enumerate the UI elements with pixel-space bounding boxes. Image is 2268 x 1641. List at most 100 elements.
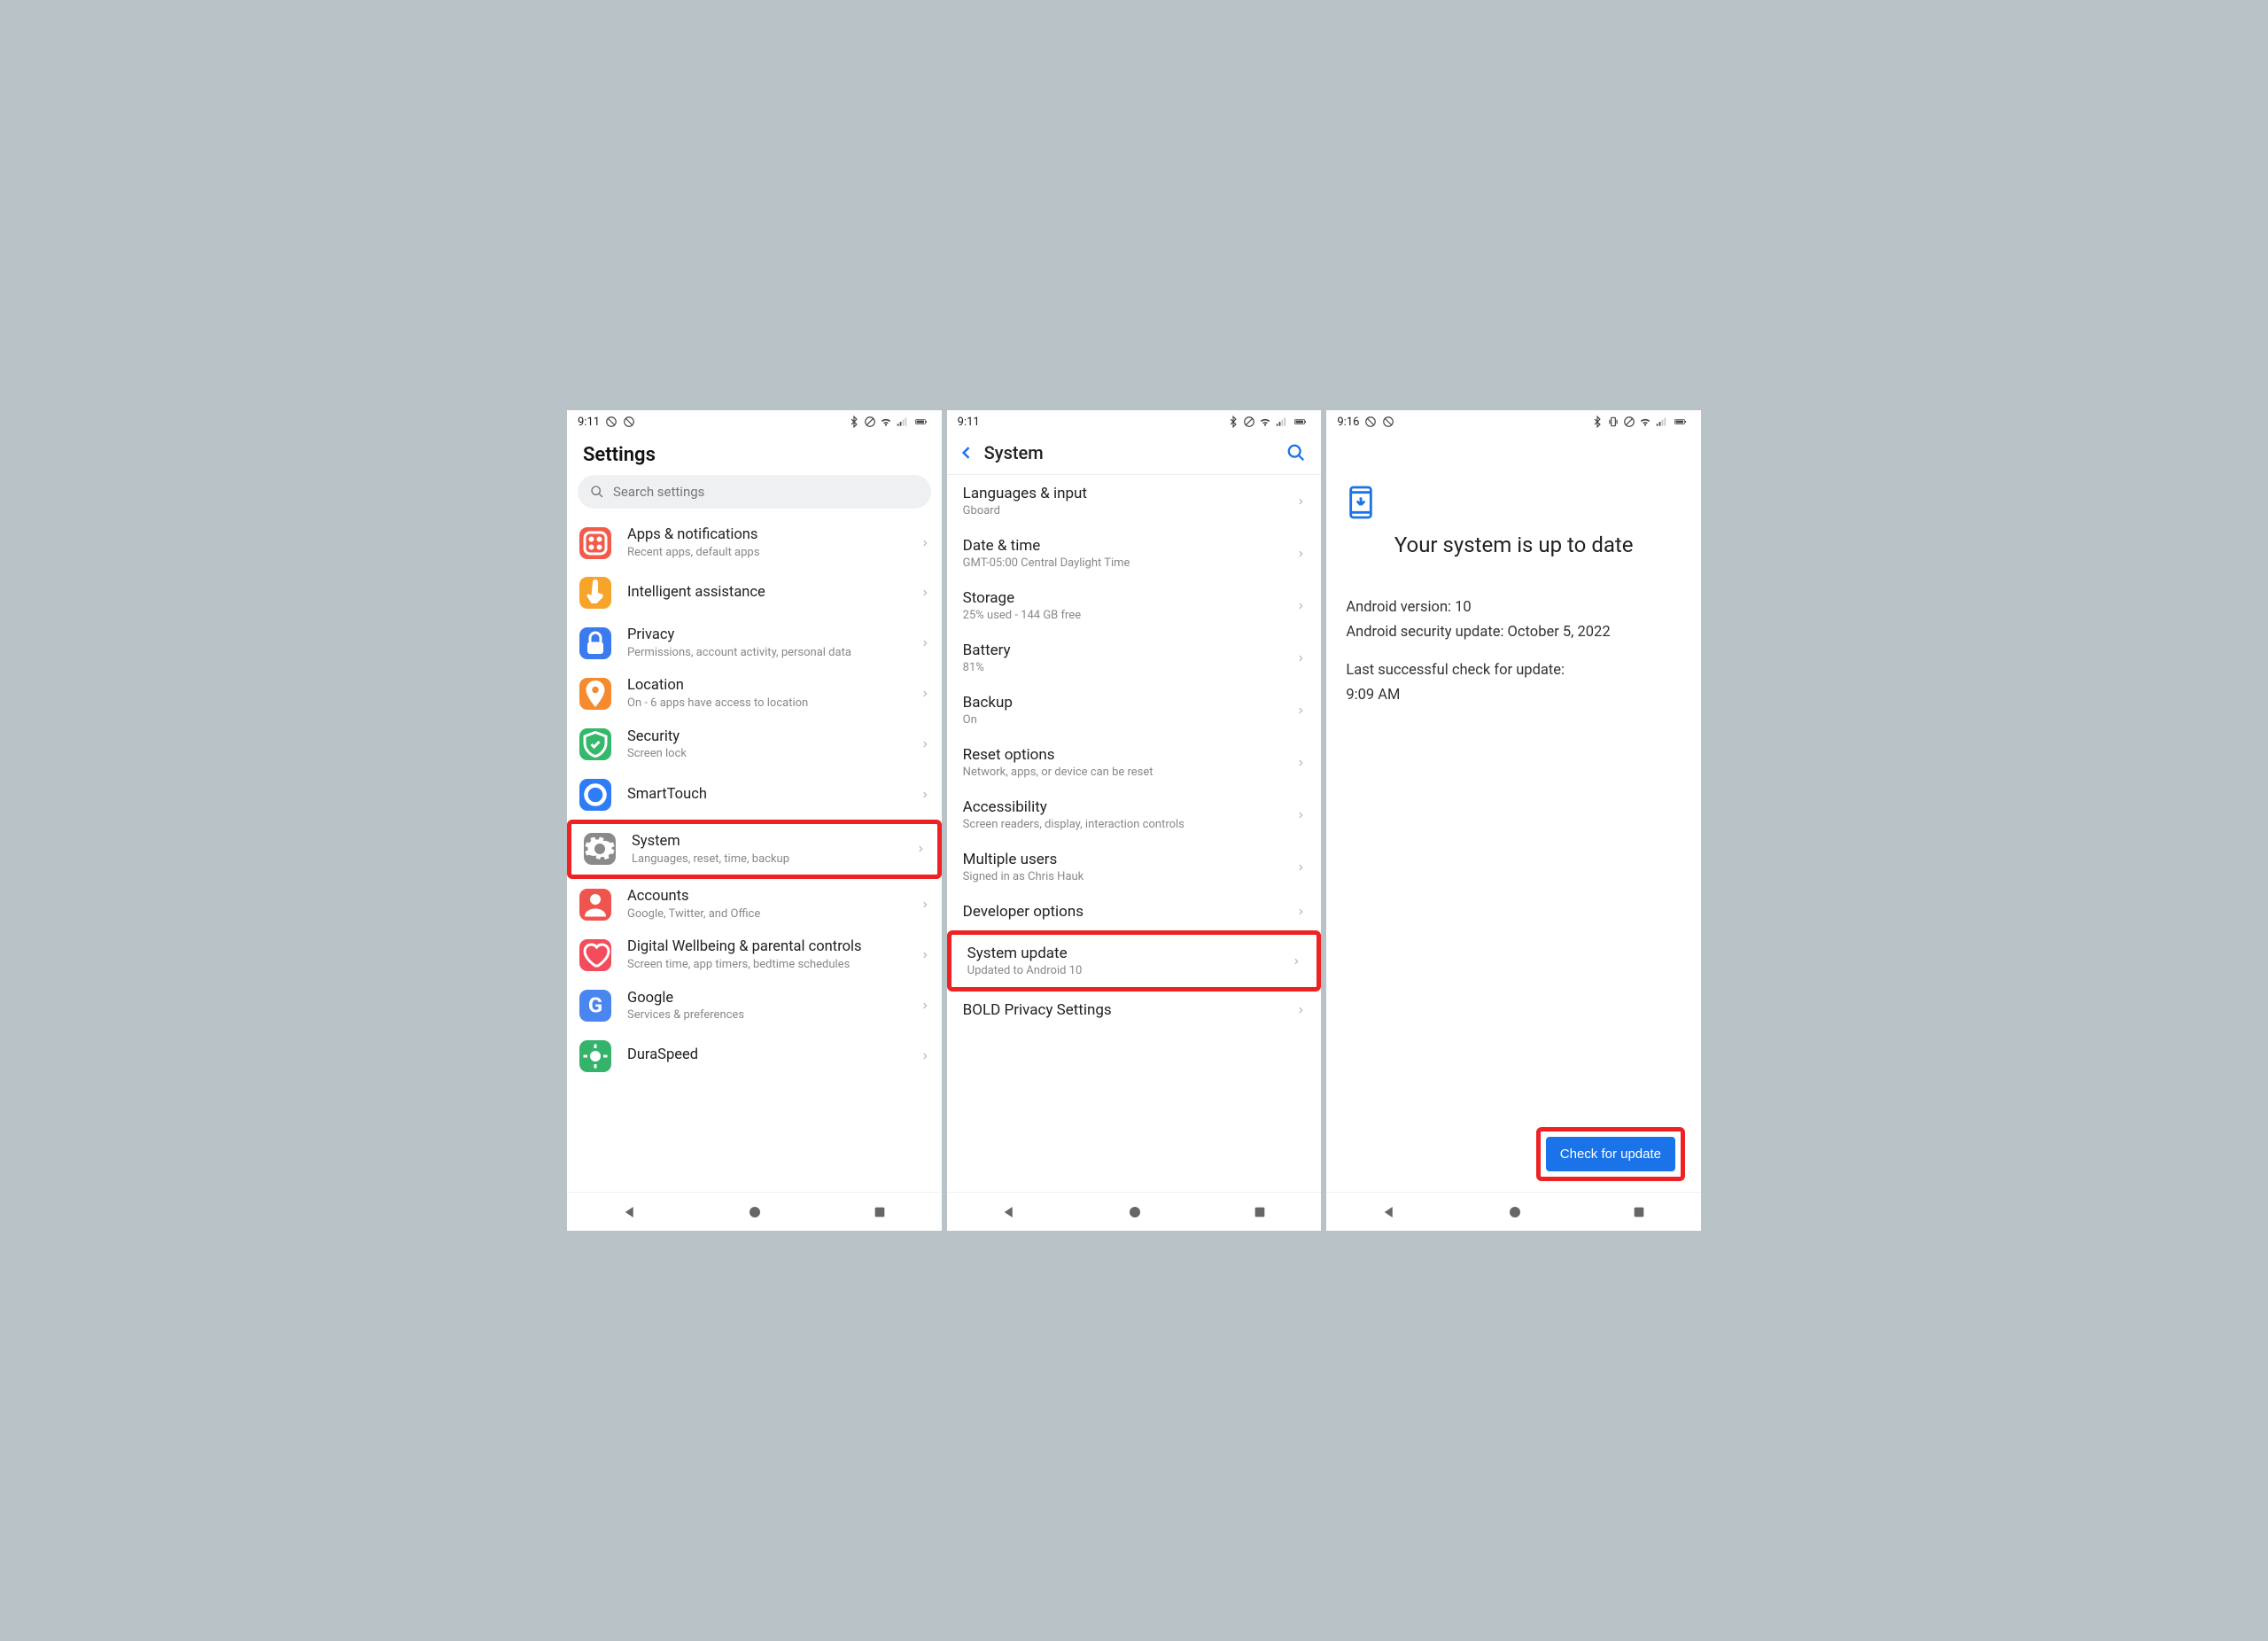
system-row-accessibility[interactable]: AccessibilityScreen readers, display, in…: [947, 789, 1322, 841]
system-row-date-time[interactable]: Date & timeGMT-05:00 Central Daylight Ti…: [947, 527, 1322, 579]
clock-text: 9:11: [958, 416, 980, 429]
nav-home[interactable]: [1127, 1204, 1143, 1220]
system-row-storage[interactable]: Storage25% used - 144 GB free: [947, 579, 1322, 632]
system-list: Languages & inputGboard Date & timeGMT-05…: [947, 475, 1322, 1192]
nav-back[interactable]: [1381, 1204, 1397, 1220]
settings-row-security[interactable]: SecurityScreen lock: [567, 719, 942, 770]
screen-settings: 9:11 Settings Search settings Apps & not…: [567, 410, 942, 1231]
row-text: Battery81%: [963, 642, 1297, 674]
wifi-icon: [1639, 416, 1651, 428]
statusbar: 9:16: [1326, 410, 1701, 433]
system-row-backup[interactable]: BackupOn: [947, 684, 1322, 736]
row-subtitle: Signed in as Chris Hauk: [963, 870, 1297, 883]
finger-icon: [579, 577, 611, 609]
settings-row-privacy[interactable]: PrivacyPermissions, account activity, pe…: [567, 618, 942, 668]
wifi-icon: [880, 416, 892, 428]
row-title: Intelligent assistance: [627, 584, 915, 603]
no-sim-icon: [864, 416, 876, 428]
system-row-battery[interactable]: Battery81%: [947, 632, 1322, 684]
chevron-right-icon: [916, 842, 925, 856]
chevron-right-icon: [920, 737, 929, 751]
row-title: DuraSpeed: [627, 1046, 915, 1065]
row-text: LocationOn - 6 apps have access to locat…: [627, 677, 915, 710]
nav-home[interactable]: [747, 1204, 763, 1220]
settings-row-duraspeed[interactable]: DuraSpeed: [567, 1031, 942, 1081]
chevron-right-icon: [920, 687, 929, 701]
update-icon: [1346, 485, 1376, 520]
dnd-icon: [623, 416, 635, 428]
chevron-right-icon: [1296, 494, 1305, 509]
row-text: Reset optionsNetwork, apps, or device ca…: [963, 746, 1297, 779]
row-title: Google: [627, 990, 915, 1008]
row-subtitle: Screen readers, display, interaction con…: [963, 818, 1297, 831]
search-button[interactable]: [1284, 440, 1309, 465]
system-row-languages-input[interactable]: Languages & inputGboard: [947, 475, 1322, 527]
apps-icon: [579, 527, 611, 559]
dnd-icon: [605, 416, 617, 428]
row-subtitle: On: [963, 713, 1297, 727]
search-input[interactable]: Search settings: [578, 475, 931, 509]
check-for-update-button[interactable]: Check for update: [1546, 1137, 1675, 1171]
navbar: [947, 1192, 1322, 1231]
settings-row-location[interactable]: LocationOn - 6 apps have access to locat…: [567, 668, 942, 719]
row-subtitle: Google, Twitter, and Office: [627, 907, 915, 922]
wifi-icon: [1259, 416, 1271, 428]
row-text: BackupOn: [963, 694, 1297, 727]
system-row-bold-privacy-settings[interactable]: BOLD Privacy Settings: [947, 992, 1322, 1029]
speed-icon: [579, 1040, 611, 1072]
settings-row-intelligent-assistance[interactable]: Intelligent assistance: [567, 568, 942, 618]
chevron-right-icon: [1296, 808, 1305, 822]
settings-row-digital-wellbeing-parental-controls[interactable]: Digital Wellbeing & parental controlsScr…: [567, 929, 942, 980]
nav-back[interactable]: [622, 1204, 638, 1220]
signal-icon: [896, 416, 908, 428]
nav-recent[interactable]: [1632, 1205, 1646, 1219]
row-text: AccessibilityScreen readers, display, in…: [963, 798, 1297, 831]
lock-icon: [579, 627, 611, 659]
row-title: Date & time: [963, 537, 1297, 555]
no-sim-icon: [1623, 416, 1635, 428]
chevron-right-icon: [1296, 1003, 1305, 1017]
row-title: Privacy: [627, 626, 915, 645]
row-title: Languages & input: [963, 485, 1297, 502]
nav-home[interactable]: [1507, 1204, 1523, 1220]
row-text: SmartTouch: [627, 786, 915, 805]
row-subtitle: 25% used - 144 GB free: [963, 609, 1297, 622]
settings-row-accounts[interactable]: AccountsGoogle, Twitter, and Office: [567, 879, 942, 929]
update-content: Your system is up to date Android versio…: [1326, 433, 1701, 1192]
row-subtitle: Network, apps, or device can be reset: [963, 766, 1297, 779]
bluetooth-icon: [1591, 416, 1604, 428]
row-text: Date & timeGMT-05:00 Central Daylight Ti…: [963, 537, 1297, 570]
row-title: BOLD Privacy Settings: [963, 1001, 1297, 1019]
row-subtitle: Updated to Android 10: [967, 964, 1293, 977]
nav-recent[interactable]: [873, 1205, 887, 1219]
search-placeholder: Search settings: [613, 484, 704, 500]
row-title: Multiple users: [963, 851, 1297, 868]
signal-icon: [1655, 416, 1667, 428]
row-subtitle: Recent apps, default apps: [627, 546, 915, 560]
dnd-icon: [1382, 416, 1394, 428]
page-title: System: [984, 442, 1285, 463]
last-check-label: Last successful check for update:: [1346, 659, 1682, 682]
vibrate-icon: [1607, 416, 1619, 428]
screen-system-update: 9:16 Your system is up to date: [1326, 410, 1701, 1231]
system-row-multiple-users[interactable]: Multiple users Signed in as Chris Hauk: [947, 841, 1322, 893]
row-title: Security: [627, 728, 915, 747]
back-button[interactable]: [954, 440, 979, 465]
system-row-reset-options[interactable]: Reset optionsNetwork, apps, or device ca…: [947, 736, 1322, 789]
settings-row-google[interactable]: GGoogleServices & preferences: [567, 981, 942, 1031]
nav-back[interactable]: [1001, 1204, 1017, 1220]
row-text: Multiple users Signed in as Chris Hauk: [963, 851, 1297, 883]
search-icon: [590, 485, 604, 499]
nav-recent[interactable]: [1253, 1205, 1267, 1219]
system-row-system-update[interactable]: System updateUpdated to Android 10: [947, 930, 1322, 992]
settings-row-smarttouch[interactable]: SmartTouch: [567, 770, 942, 820]
svg-text:G: G: [588, 993, 602, 1018]
settings-row-apps-notifications[interactable]: Apps & notificationsRecent apps, default…: [567, 517, 942, 568]
location-icon: [579, 678, 611, 710]
settings-row-system[interactable]: SystemLanguages, reset, time, backup: [567, 820, 942, 879]
dnd-icon: [1364, 416, 1377, 428]
system-row-developer-options[interactable]: Developer options: [947, 893, 1322, 930]
g-icon: G: [579, 990, 611, 1022]
row-text: Digital Wellbeing & parental controlsScr…: [627, 938, 915, 971]
row-text: DuraSpeed: [627, 1046, 915, 1065]
